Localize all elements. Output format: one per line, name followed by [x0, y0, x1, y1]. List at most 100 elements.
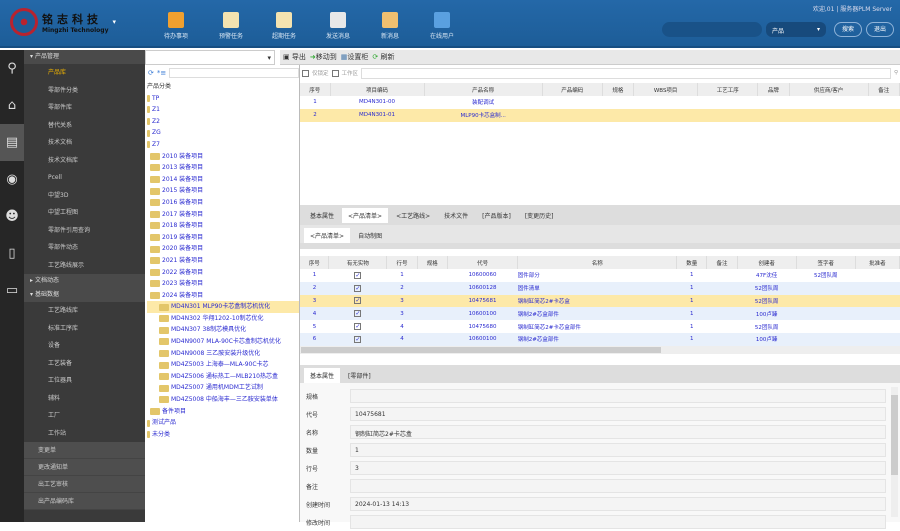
- table-row[interactable]: 1 MD4N301-00 装配调试: [300, 96, 900, 109]
- tree-node[interactable]: MD4N9007 MLA-90C卡芯盒制芯机优化: [147, 336, 299, 348]
- menu-item[interactable]: 工厂: [24, 407, 145, 425]
- refresh-button[interactable]: ⟳ 刷新: [372, 52, 394, 62]
- tree-node[interactable]: 2022 装备项目: [147, 267, 299, 279]
- tab[interactable]: <工艺路线>: [390, 208, 436, 223]
- menu-item[interactable]: 零部件库: [24, 99, 145, 117]
- menu-item[interactable]: 设备: [24, 337, 145, 355]
- field-value[interactable]: 1: [350, 443, 886, 457]
- menu-item[interactable]: 工位器具: [24, 372, 145, 390]
- chevron-down-icon[interactable]: ▾: [112, 18, 116, 26]
- column-header[interactable]: 供应商/客户: [789, 83, 869, 96]
- menu-item[interactable]: 零部件动态: [24, 239, 145, 257]
- nav-item[interactable]: 发送消息: [312, 12, 364, 40]
- menu-item[interactable]: 变更单: [24, 442, 145, 459]
- column-header[interactable]: 数量: [676, 256, 708, 269]
- tree-node[interactable]: 2021 装备项目: [147, 255, 299, 267]
- menu-item[interactable]: 中望3D: [24, 187, 145, 205]
- menu-item[interactable]: 产品库: [24, 64, 145, 82]
- field-value[interactable]: [350, 389, 886, 403]
- tree-node[interactable]: Z2: [147, 116, 299, 128]
- checkbox-checked-icon[interactable]: ✓: [354, 335, 362, 343]
- column-header[interactable]: 备注: [706, 256, 738, 269]
- column-header[interactable]: WBS项目: [633, 83, 699, 96]
- nav-item[interactable]: 预警任务: [205, 12, 257, 40]
- tree-root[interactable]: 产品分类: [147, 81, 299, 93]
- nav-item[interactable]: 新消息: [364, 12, 416, 40]
- field-value[interactable]: 10475681: [350, 407, 886, 421]
- field-value[interactable]: 钢制缸简芯2#卡芯盒: [350, 425, 886, 439]
- search-input[interactable]: [662, 22, 762, 37]
- menu-item[interactable]: 更改通知单: [24, 459, 145, 476]
- table-row[interactable]: 2 ✓ 2 10600128 固件清单 1 52团队周: [300, 281, 900, 295]
- menu-item[interactable]: 技术文档: [24, 134, 145, 152]
- column-header[interactable]: 名称: [517, 256, 678, 269]
- tree-node[interactable]: 测试产品: [147, 417, 299, 429]
- tree-node[interactable]: MD4N301 MLP90卡芯盒制芯机优化: [147, 301, 299, 313]
- tree-node[interactable]: MD4N307 38制芯模具优化: [147, 324, 299, 336]
- column-header[interactable]: 产品名称: [424, 83, 543, 96]
- refresh-icon[interactable]: ⟳: [148, 69, 154, 77]
- tab[interactable]: <产品清单>: [342, 208, 389, 223]
- column-header[interactable]: 规格: [602, 83, 635, 96]
- tree-node[interactable]: 未分类: [147, 429, 299, 441]
- checkbox-checked-icon[interactable]: ✓: [354, 284, 362, 292]
- tree-node[interactable]: 2016 装备项目: [147, 197, 299, 209]
- column-header[interactable]: 有无实物: [328, 256, 388, 269]
- column-header[interactable]: 代号: [447, 256, 519, 269]
- menu-item[interactable]: 工艺装备: [24, 355, 145, 373]
- checkbox-checked-icon[interactable]: ✓: [354, 310, 362, 318]
- logout-button[interactable]: 退出: [866, 22, 894, 37]
- tree-node[interactable]: MD4Z5007 通用机MDM工艺试制: [147, 382, 299, 394]
- tree-node[interactable]: 2023 装备项目: [147, 278, 299, 290]
- menu-item[interactable]: 工艺路线展示: [24, 257, 145, 275]
- tree-node[interactable]: MD4Z5003 上海泰—MLA-90C卡芯: [147, 359, 299, 371]
- table-row[interactable]: 6 ✓ 4 10600100 钢制2#芯盒部件 1 100卢臻: [300, 332, 900, 346]
- menu-item[interactable]: 中望工程图: [24, 204, 145, 222]
- field-value[interactable]: 3: [350, 461, 886, 475]
- menu-item[interactable]: 工艺路线库: [24, 302, 145, 320]
- menu-group[interactable]: ▾ 基础数据: [24, 288, 145, 302]
- column-header[interactable]: 创建者: [737, 256, 797, 269]
- tree-node[interactable]: 2014 装备项目: [147, 174, 299, 186]
- tab[interactable]: [产品版本]: [476, 208, 517, 223]
- locked-checkbox[interactable]: [302, 69, 309, 77]
- tree-node[interactable]: ZG: [147, 127, 299, 139]
- column-header[interactable]: 签字者: [796, 256, 856, 269]
- column-header[interactable]: 批准者: [855, 256, 900, 269]
- nav-item[interactable]: 待办事项: [150, 12, 202, 40]
- menu-item[interactable]: Pcell: [24, 169, 145, 187]
- tree-node[interactable]: 2017 装备项目: [147, 209, 299, 221]
- table-row[interactable]: 1 ✓ 1 10600060 固件部分 1 47F沈佳 52团队周: [300, 269, 900, 282]
- column-header[interactable]: 项目编码: [330, 83, 425, 96]
- tab[interactable]: [零部件]: [342, 368, 377, 383]
- database-icon[interactable]: ▤: [0, 124, 24, 161]
- book-icon[interactable]: ▯: [0, 235, 24, 272]
- menu-item[interactable]: 替代关系: [24, 117, 145, 135]
- tree-node[interactable]: TP: [147, 93, 299, 105]
- menu-item[interactable]: 技术文档库: [24, 152, 145, 170]
- tab[interactable]: 基本属性: [304, 368, 341, 383]
- tree-node[interactable]: Z1: [147, 104, 299, 116]
- menu-group[interactable]: ▾ 产品管理: [24, 50, 145, 64]
- tree-node[interactable]: 2020 装备项目: [147, 243, 299, 255]
- column-header[interactable]: 产品编码: [542, 83, 603, 96]
- tab[interactable]: 基本属性: [304, 208, 340, 223]
- menu-item[interactable]: 出产品编码库: [24, 493, 145, 510]
- tab[interactable]: <产品清单>: [304, 228, 351, 243]
- table-row[interactable]: 2 MD4N301-01 MLP90卡芯盒制...: [300, 108, 900, 122]
- grid-search-input[interactable]: [361, 67, 891, 79]
- chat-icon[interactable]: ▭: [0, 272, 24, 309]
- globe-icon[interactable]: ◉: [0, 161, 24, 198]
- checkbox-checked-icon[interactable]: ✓: [354, 323, 362, 331]
- tree-node[interactable]: 2013 装备项目: [147, 162, 299, 174]
- checkbox-checked-icon[interactable]: ✓: [354, 297, 362, 305]
- tree-node[interactable]: MD4Z5008 中船海丰—三乙胺安装单体: [147, 394, 299, 406]
- tree-filter-select[interactable]: ▾: [145, 50, 275, 65]
- table-row[interactable]: 3 ✓ 3 10475681 钢制缸简芯2#卡芯盒 1 52团队周: [300, 294, 900, 308]
- field-value[interactable]: 2024-01-13 14:13: [350, 497, 886, 511]
- tree-search-input[interactable]: [169, 67, 299, 78]
- column-header[interactable]: 工艺工序: [697, 83, 759, 96]
- column-header[interactable]: 规格: [417, 256, 448, 269]
- menu-item[interactable]: 标准工序库: [24, 320, 145, 338]
- tree-node[interactable]: 2010 装备项目: [147, 151, 299, 163]
